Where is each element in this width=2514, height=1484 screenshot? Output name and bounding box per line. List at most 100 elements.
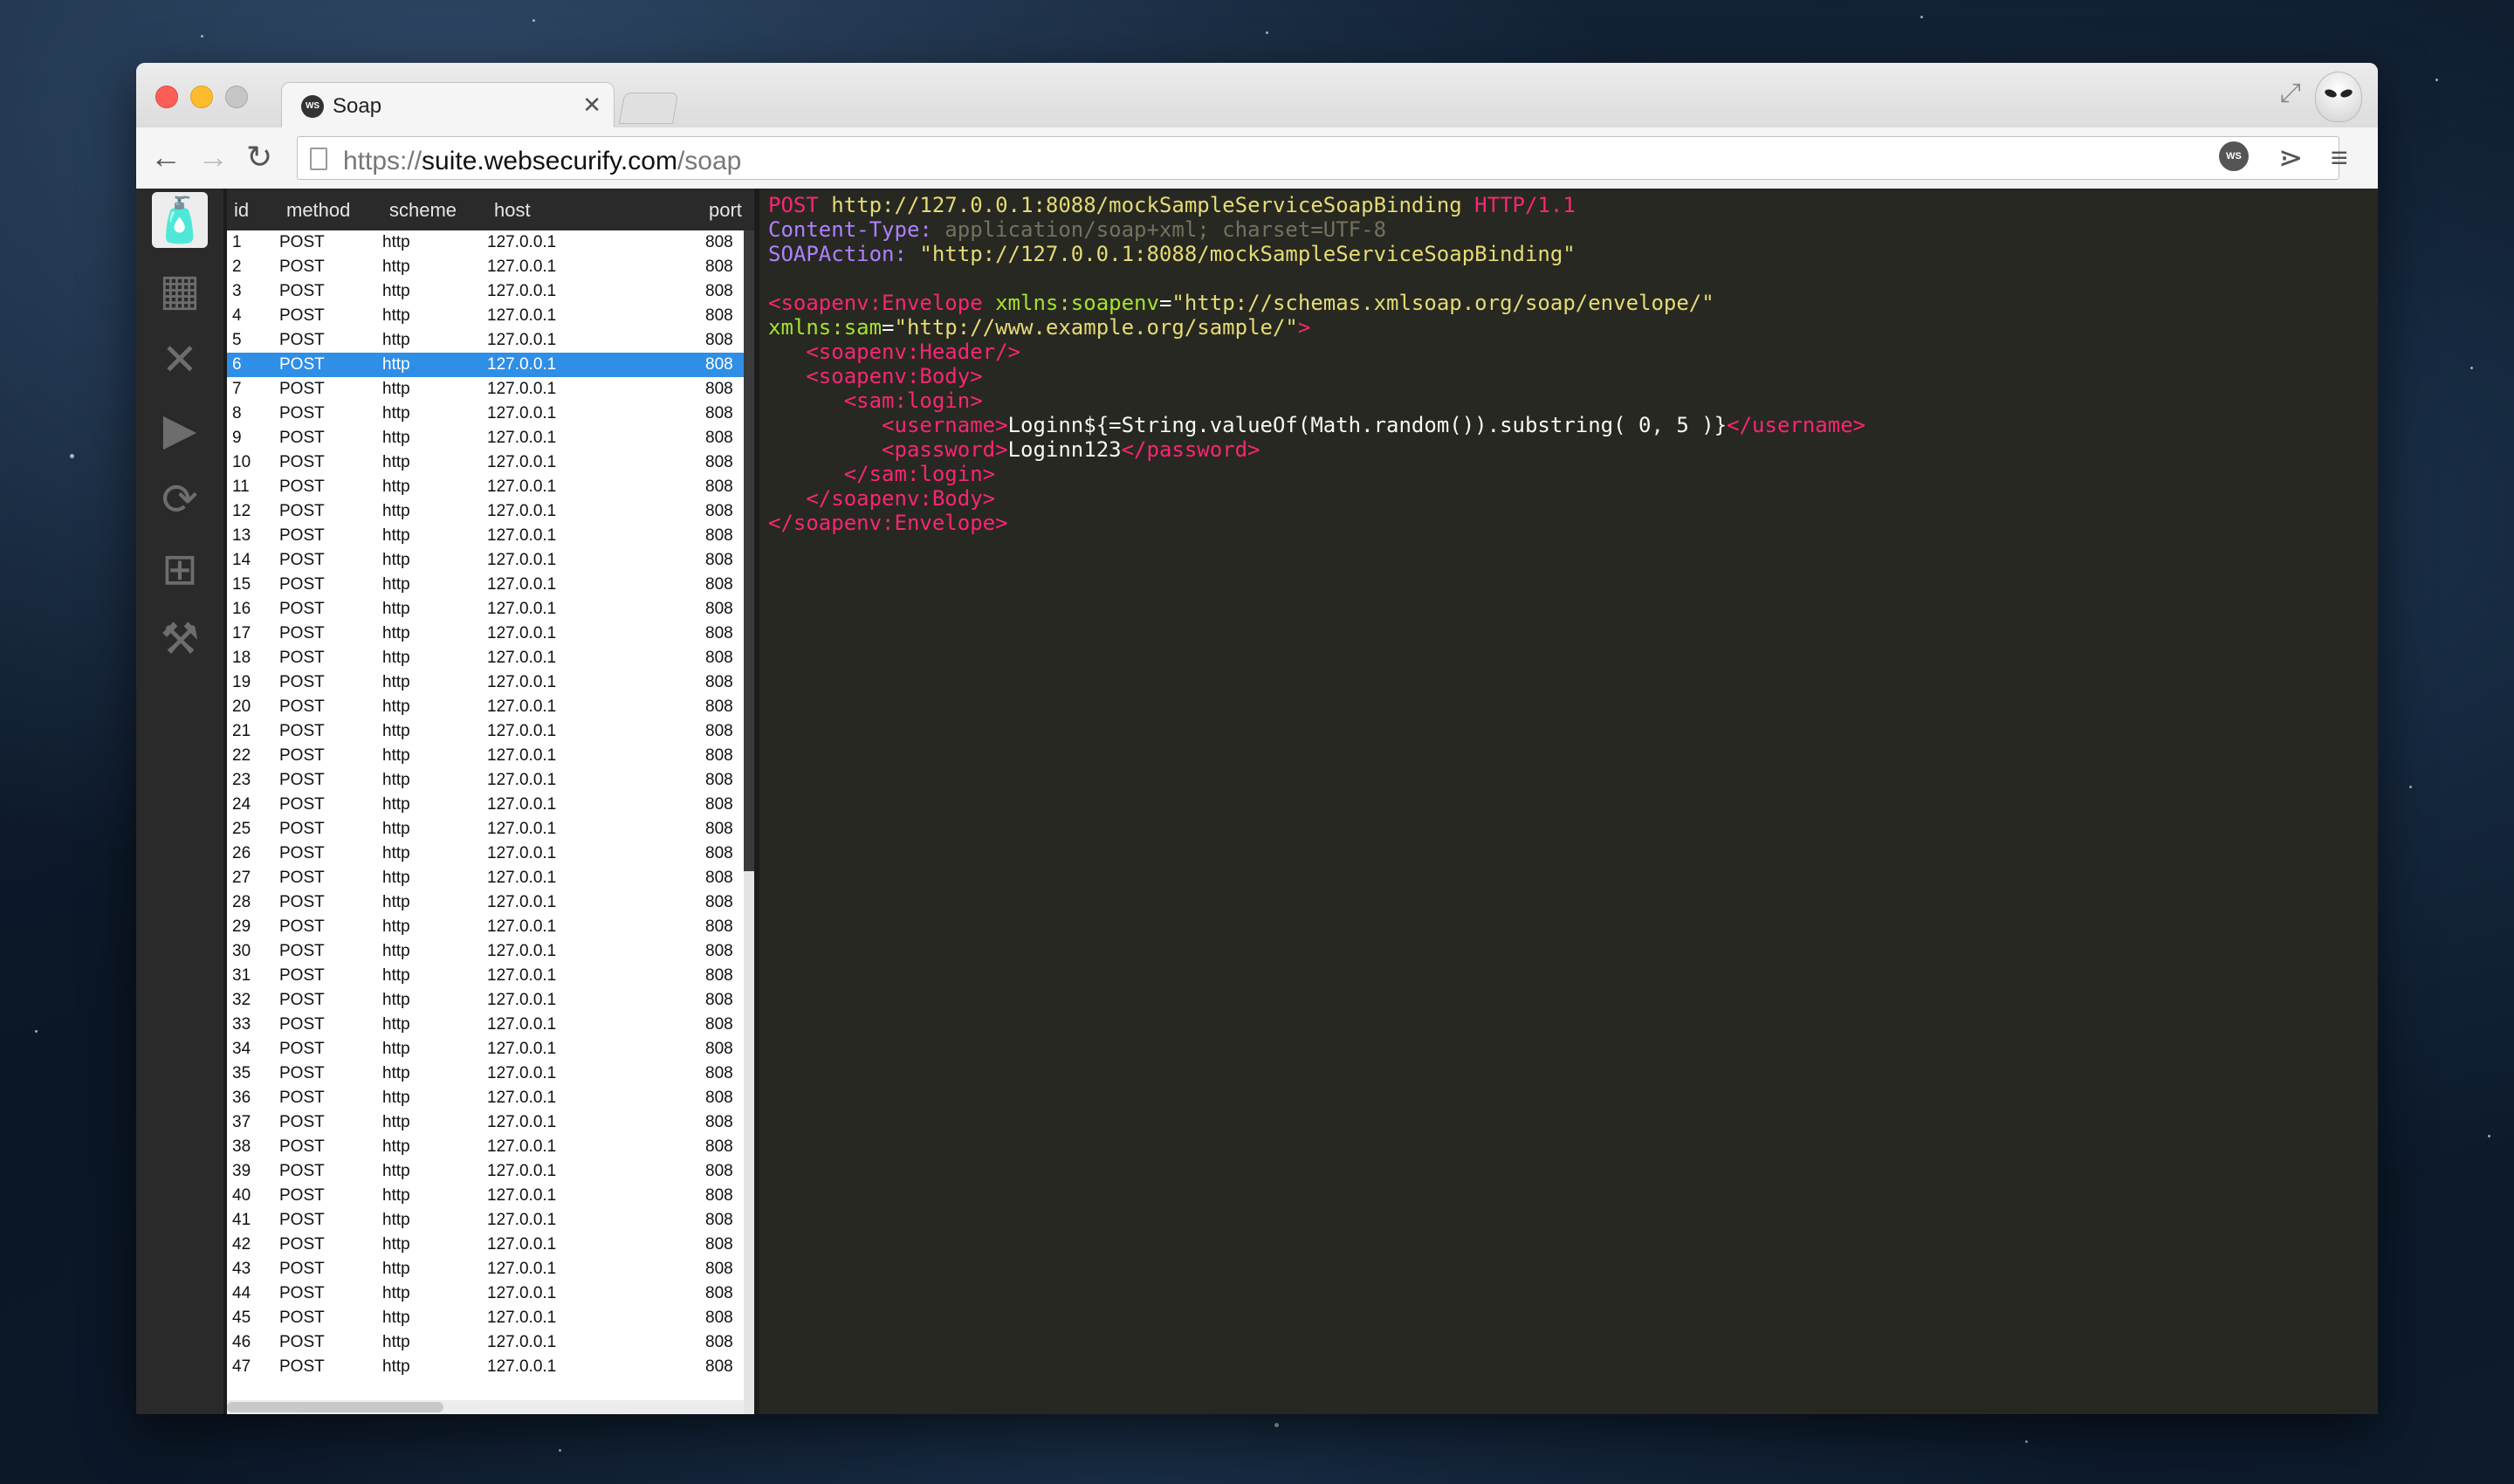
column-header-method[interactable]: method bbox=[286, 199, 350, 222]
windmill-icon[interactable]: ✕ bbox=[152, 332, 208, 388]
horizontal-scroll-thumb[interactable] bbox=[227, 1402, 443, 1412]
table-row[interactable]: 42 POST http 127.0.0.1 808 bbox=[227, 1233, 744, 1257]
table-row[interactable]: 6 POST http 127.0.0.1 808 bbox=[227, 353, 744, 377]
table-row[interactable]: 39 POST http 127.0.0.1 808 bbox=[227, 1159, 744, 1184]
cell-method: POST bbox=[279, 380, 325, 398]
table-row[interactable]: 14 POST http 127.0.0.1 808 bbox=[227, 548, 744, 573]
table-row[interactable]: 4 POST http 127.0.0.1 808 bbox=[227, 304, 744, 328]
table-row[interactable]: 10 POST http 127.0.0.1 808 bbox=[227, 450, 744, 475]
address-bar[interactable]: https://suite.websecurify.com/soap bbox=[297, 136, 2339, 180]
horizontal-scrollbar[interactable] bbox=[227, 1400, 744, 1414]
websecurify-extension-icon[interactable]: WS bbox=[2219, 141, 2249, 171]
cell-host: 127.0.0.1 bbox=[487, 624, 557, 642]
new-tab-button[interactable] bbox=[618, 93, 679, 124]
table-row[interactable]: 16 POST http 127.0.0.1 808 bbox=[227, 597, 744, 622]
column-header-host[interactable]: host bbox=[494, 199, 531, 222]
column-header-id[interactable]: id bbox=[234, 199, 249, 222]
table-row[interactable]: 17 POST http 127.0.0.1 808 bbox=[227, 622, 744, 646]
table-row[interactable]: 21 POST http 127.0.0.1 808 bbox=[227, 719, 744, 744]
table-row[interactable]: 47 POST http 127.0.0.1 808 bbox=[227, 1355, 744, 1379]
table-row[interactable]: 33 POST http 127.0.0.1 808 bbox=[227, 1013, 744, 1037]
table-row[interactable]: 41 POST http 127.0.0.1 808 bbox=[227, 1208, 744, 1233]
url-path: /soap bbox=[677, 147, 742, 175]
request-editor[interactable]: POST http://127.0.0.1:8088/mockSampleSer… bbox=[759, 189, 2378, 1414]
table-row[interactable]: 3 POST http 127.0.0.1 808 bbox=[227, 279, 744, 304]
table-row[interactable]: 13 POST http 127.0.0.1 808 bbox=[227, 524, 744, 548]
cell-method: POST bbox=[279, 1211, 325, 1229]
table-row[interactable]: 23 POST http 127.0.0.1 808 bbox=[227, 768, 744, 793]
cell-id: 47 bbox=[232, 1357, 251, 1376]
paint-roller-icon[interactable]: ⚒ bbox=[152, 611, 208, 667]
table-row[interactable]: 36 POST http 127.0.0.1 808 bbox=[227, 1086, 744, 1110]
code-token: POST bbox=[768, 193, 832, 217]
table-row[interactable]: 15 POST http 127.0.0.1 808 bbox=[227, 573, 744, 597]
table-row[interactable]: 31 POST http 127.0.0.1 808 bbox=[227, 964, 744, 988]
table-row[interactable]: 18 POST http 127.0.0.1 808 bbox=[227, 646, 744, 670]
cell-port: 808 bbox=[705, 453, 733, 471]
reload-button[interactable]: ↻ bbox=[246, 138, 272, 176]
table-row[interactable]: 29 POST http 127.0.0.1 808 bbox=[227, 915, 744, 939]
table-row[interactable]: 37 POST http 127.0.0.1 808 bbox=[227, 1110, 744, 1135]
cell-method: POST bbox=[279, 869, 325, 887]
cell-id: 26 bbox=[232, 844, 251, 862]
table-row[interactable]: 22 POST http 127.0.0.1 808 bbox=[227, 744, 744, 768]
table-row[interactable]: 12 POST http 127.0.0.1 808 bbox=[227, 499, 744, 524]
table-row[interactable]: 7 POST http 127.0.0.1 808 bbox=[227, 377, 744, 402]
table-row[interactable]: 26 POST http 127.0.0.1 808 bbox=[227, 842, 744, 866]
table-row[interactable]: 19 POST http 127.0.0.1 808 bbox=[227, 670, 744, 695]
table-row[interactable]: 20 POST http 127.0.0.1 808 bbox=[227, 695, 744, 719]
table-row[interactable]: 9 POST http 127.0.0.1 808 bbox=[227, 426, 744, 450]
table-row[interactable]: 8 POST http 127.0.0.1 808 bbox=[227, 402, 744, 426]
tab-soap[interactable]: WS Soap ✕ bbox=[281, 82, 615, 128]
zoom-window-button[interactable] bbox=[225, 86, 248, 108]
cell-port: 808 bbox=[705, 1137, 733, 1156]
table-row[interactable]: 34 POST http 127.0.0.1 808 bbox=[227, 1037, 744, 1061]
vertical-scrollbar[interactable] bbox=[744, 230, 754, 1414]
table-row[interactable]: 32 POST http 127.0.0.1 808 bbox=[227, 988, 744, 1013]
minimize-window-button[interactable] bbox=[190, 86, 213, 108]
code-token: <username> bbox=[768, 413, 1008, 437]
play-icon[interactable]: ▶ bbox=[152, 402, 208, 457]
table-row[interactable]: 44 POST http 127.0.0.1 808 bbox=[227, 1281, 744, 1306]
cell-method: POST bbox=[279, 502, 325, 520]
table-row[interactable]: 45 POST http 127.0.0.1 808 bbox=[227, 1306, 744, 1330]
table-row[interactable]: 46 POST http 127.0.0.1 808 bbox=[227, 1330, 744, 1355]
table-row[interactable]: 1 POST http 127.0.0.1 808 bbox=[227, 230, 744, 255]
table-row[interactable]: 40 POST http 127.0.0.1 808 bbox=[227, 1184, 744, 1208]
table-row[interactable]: 2 POST http 127.0.0.1 808 bbox=[227, 255, 744, 279]
table-row[interactable]: 30 POST http 127.0.0.1 808 bbox=[227, 939, 744, 964]
forward-button[interactable]: → bbox=[197, 138, 229, 176]
table-row[interactable]: 5 POST http 127.0.0.1 808 bbox=[227, 328, 744, 353]
table-row[interactable]: 43 POST http 127.0.0.1 808 bbox=[227, 1257, 744, 1281]
back-button[interactable]: ← bbox=[150, 138, 182, 176]
cell-scheme: http bbox=[382, 1089, 410, 1107]
cell-scheme: http bbox=[382, 966, 410, 985]
table-row[interactable]: 27 POST http 127.0.0.1 808 bbox=[227, 866, 744, 890]
close-window-button[interactable] bbox=[155, 86, 178, 108]
code-token: http://127.0.0.1:8088/mockSampleServiceS… bbox=[831, 193, 1475, 217]
url-text[interactable]: https://suite.websecurify.com/soap bbox=[343, 147, 741, 176]
profile-avatar[interactable] bbox=[2315, 72, 2362, 122]
gift-icon[interactable]: ⊞ bbox=[152, 541, 208, 597]
share-icon[interactable]: ⋗ bbox=[2278, 141, 2304, 175]
sync-icon[interactable]: ⟳ bbox=[152, 471, 208, 527]
table-row[interactable]: 11 POST http 127.0.0.1 808 bbox=[227, 475, 744, 499]
tab-close-icon[interactable]: ✕ bbox=[582, 92, 601, 119]
cell-port: 808 bbox=[705, 306, 733, 325]
fullscreen-icon[interactable]: ⤢ bbox=[2280, 79, 2301, 108]
table-row[interactable]: 38 POST http 127.0.0.1 808 bbox=[227, 1135, 744, 1159]
table-row[interactable]: 28 POST http 127.0.0.1 808 bbox=[227, 890, 744, 915]
table-row[interactable]: 35 POST http 127.0.0.1 808 bbox=[227, 1061, 744, 1086]
tool-sidebar: 🧴 ▦ ✕ ▶ ⟳ ⊞ ⚒ bbox=[136, 189, 223, 1414]
grid-icon[interactable]: ▦ bbox=[152, 262, 208, 318]
cell-method: POST bbox=[279, 893, 325, 911]
bottle-icon[interactable]: 🧴 bbox=[152, 192, 208, 248]
code-token: SOAPAction: bbox=[768, 242, 920, 266]
menu-icon[interactable]: ≡ bbox=[2331, 141, 2348, 175]
vertical-scroll-thumb[interactable] bbox=[744, 230, 754, 871]
column-header-port[interactable]: port bbox=[709, 199, 742, 222]
table-row[interactable]: 48 POST http 127.0.0.1 808 bbox=[227, 1379, 744, 1383]
column-header-scheme[interactable]: scheme bbox=[389, 199, 457, 222]
table-row[interactable]: 25 POST http 127.0.0.1 808 bbox=[227, 817, 744, 842]
table-row[interactable]: 24 POST http 127.0.0.1 808 bbox=[227, 793, 744, 817]
